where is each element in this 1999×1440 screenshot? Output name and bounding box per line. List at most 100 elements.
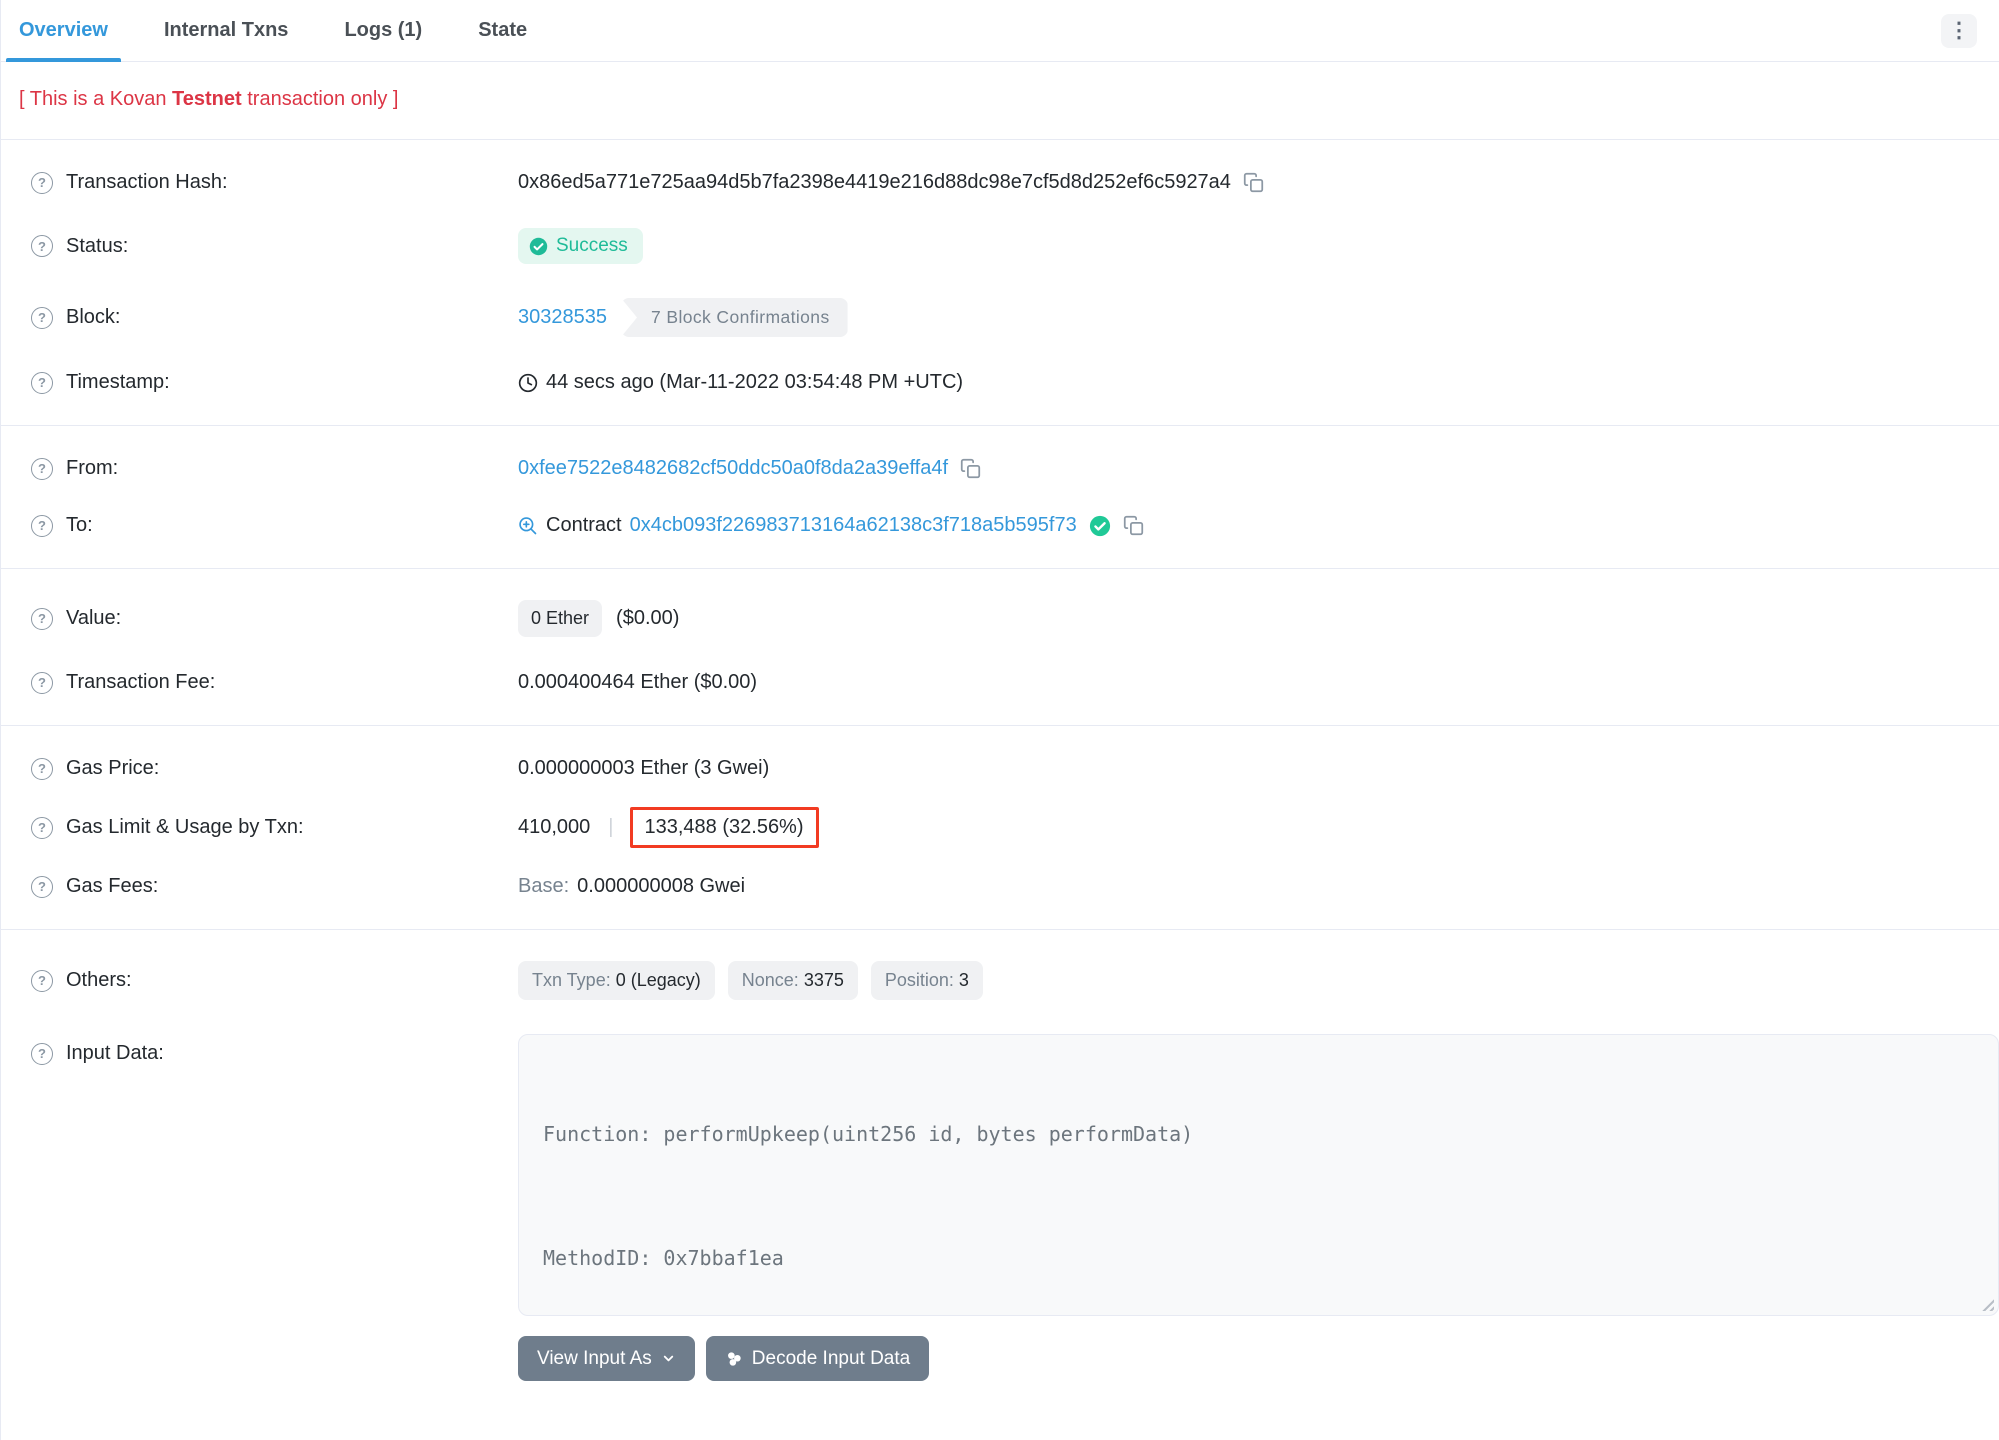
gas-limit-label: Gas Limit & Usage by Txn: xyxy=(66,816,304,838)
help-icon[interactable]: ? xyxy=(31,514,53,537)
help-icon[interactable]: ? xyxy=(31,306,53,329)
decode-icon xyxy=(727,1351,741,1366)
base-fee-value: 0.000000008 Gwei xyxy=(577,875,746,897)
decode-input-data-label: Decode Input Data xyxy=(751,1347,911,1369)
others-label: Others: xyxy=(66,969,132,991)
decode-input-data-button[interactable]: Decode Input Data xyxy=(705,1336,930,1381)
notice-suffix: transaction only ] xyxy=(241,88,399,110)
notice-prefix: [ This is a Kovan xyxy=(19,88,173,110)
help-icon[interactable]: ? xyxy=(31,757,53,780)
kebab-menu-icon: ⋮ xyxy=(1948,19,1970,42)
copy-button[interactable] xyxy=(1123,515,1144,536)
section-value: ? Value: 0 Ether ($0.00) ? Transaction F… xyxy=(1,569,1999,725)
gas-price-label: Gas Price: xyxy=(66,757,160,779)
position-badge: Position: 3 xyxy=(870,961,983,1000)
from-address-link[interactable]: 0xfee7522e8482682cf50ddc50a0f8da2a39effa… xyxy=(518,457,948,480)
status-badge: Success xyxy=(518,228,643,264)
gas-usage-value: 133,488 (32.56%) xyxy=(644,816,804,838)
row-input-data: ? Input Data: Function: performUpkeep(ui… xyxy=(1,1017,1999,1398)
row-block: ? Block: 30328535 7 Block Confirmations xyxy=(1,281,1999,354)
status-label: Status: xyxy=(66,234,129,257)
input-data-label: Input Data: xyxy=(66,1042,164,1064)
position-value: 3 xyxy=(958,970,969,990)
row-from: ? From: 0xfee7522e8482682cf50ddc50a0f8da… xyxy=(1,440,1999,497)
to-contract-word: Contract xyxy=(546,514,622,536)
tab-internal-txns[interactable]: Internal Txns xyxy=(151,0,301,61)
help-icon[interactable]: ? xyxy=(31,671,53,694)
clock-icon xyxy=(518,373,538,392)
to-label: To: xyxy=(66,514,93,536)
row-others: ? Others: Txn Type: 0 (Legacy) Nonce: 33… xyxy=(1,944,1999,1017)
timestamp-label: Timestamp: xyxy=(66,371,170,393)
help-icon[interactable]: ? xyxy=(31,969,53,992)
tab-overview[interactable]: Overview xyxy=(6,0,121,62)
row-value: ? Value: 0 Ether ($0.00) xyxy=(1,583,1999,654)
view-input-as-button[interactable]: View Input As xyxy=(518,1336,695,1381)
zoom-in-icon[interactable] xyxy=(518,516,538,536)
txn-type-label: Txn Type: xyxy=(532,970,616,990)
help-icon[interactable]: ? xyxy=(31,371,53,394)
row-status: ? Status: Success xyxy=(1,211,1999,281)
help-icon[interactable]: ? xyxy=(31,171,53,194)
copy-button[interactable] xyxy=(960,458,981,479)
copy-icon xyxy=(1243,172,1264,193)
verified-check-icon xyxy=(1089,515,1110,536)
help-icon[interactable]: ? xyxy=(31,816,53,839)
tab-logs[interactable]: Logs (1) xyxy=(331,0,435,61)
value-label: Value: xyxy=(66,607,122,629)
copy-button[interactable] xyxy=(1243,172,1264,193)
block-label: Block: xyxy=(66,306,121,328)
success-check-icon xyxy=(529,237,548,255)
help-icon[interactable]: ? xyxy=(31,875,53,898)
row-transaction-fee: ? Transaction Fee: 0.000400464 Ether ($0… xyxy=(1,654,1999,711)
nonce-value: 3375 xyxy=(803,970,844,990)
row-gas-price: ? Gas Price: 0.000000003 Ether (3 Gwei) xyxy=(1,740,1999,797)
transaction-fee-label: Transaction Fee: xyxy=(66,671,216,693)
nonce-label: Nonce: xyxy=(741,970,804,990)
section-summary: ? Transaction Hash: 0x86ed5a771e725aa94d… xyxy=(1,140,1999,425)
transaction-hash-label: Transaction Hash: xyxy=(66,171,228,193)
ether-value-badge: 0 Ether xyxy=(518,600,603,637)
input-data-box[interactable]: Function: performUpkeep(uint256 id, byte… xyxy=(518,1034,1999,1316)
transaction-fee-value: 0.000400464 Ether ($0.00) xyxy=(518,671,758,693)
from-label: From: xyxy=(66,457,119,479)
separator-bar: | xyxy=(608,816,614,838)
to-address-link[interactable]: 0x4cb093f226983713164a62138c3f718a5b595f… xyxy=(630,514,1077,537)
verified-contract-badge xyxy=(1089,515,1111,537)
resize-grip[interactable] xyxy=(1979,1296,1994,1311)
base-fee-label: Base: xyxy=(518,875,570,897)
status-text: Success xyxy=(556,235,628,256)
notice-bold: Testnet xyxy=(172,88,242,110)
more-options-button[interactable]: ⋮ xyxy=(1941,13,1977,48)
block-number-link[interactable]: 30328535 xyxy=(518,306,607,329)
nonce-badge: Nonce: 3375 xyxy=(727,961,858,1000)
row-gas-fees: ? Gas Fees: Base: 0.000000008 Gwei xyxy=(1,858,1999,915)
view-input-as-label: View Input As xyxy=(537,1347,652,1369)
annotation-highlight-box: 133,488 (32.56%) xyxy=(629,807,819,848)
txn-type-badge: Txn Type: 0 (Legacy) xyxy=(518,961,715,1000)
row-timestamp: ? Timestamp: 44 secs ago (Mar-11-2022 03… xyxy=(1,354,1999,411)
input-function-line: Function: performUpkeep(uint256 id, byte… xyxy=(543,1122,1194,1146)
transaction-overview-card: Overview Internal Txns Logs (1) State ⋮ … xyxy=(0,0,1999,1440)
copy-icon xyxy=(1123,515,1143,536)
transaction-hash-value: 0x86ed5a771e725aa94d5b7fa2398e4419e216d8… xyxy=(518,171,1231,193)
help-icon[interactable]: ? xyxy=(31,235,53,257)
section-gas: ? Gas Price: 0.000000003 Ether (3 Gwei) … xyxy=(1,726,1999,929)
input-data-actions: View Input As Decode Input Data xyxy=(518,1336,1999,1381)
tab-state[interactable]: State xyxy=(465,0,540,61)
gas-price-value: 0.000000003 Ether (3 Gwei) xyxy=(518,757,770,779)
copy-icon xyxy=(960,458,981,479)
input-methodid-line: MethodID: 0x7bbaf1ea xyxy=(543,1246,784,1270)
gas-limit-value: 410,000 xyxy=(518,816,591,838)
row-gas-limit-usage: ? Gas Limit & Usage by Txn: 410,000 | 13… xyxy=(1,797,1999,858)
help-icon[interactable]: ? xyxy=(31,457,53,480)
chevron-down-icon xyxy=(663,1355,673,1362)
section-parties: ? From: 0xfee7522e8482682cf50ddc50a0f8da… xyxy=(1,426,1999,568)
row-to: ? To: Contract 0x4cb093f226983713164a621… xyxy=(1,497,1999,554)
usd-value: ($0.00) xyxy=(616,607,680,629)
section-others-input: ? Others: Txn Type: 0 (Legacy) Nonce: 33… xyxy=(1,930,1999,1412)
help-icon[interactable]: ? xyxy=(31,607,53,630)
help-icon[interactable]: ? xyxy=(31,1042,53,1065)
position-label: Position: xyxy=(884,970,959,990)
testnet-notice: [ This is a Kovan Testnet transaction on… xyxy=(1,62,1999,139)
